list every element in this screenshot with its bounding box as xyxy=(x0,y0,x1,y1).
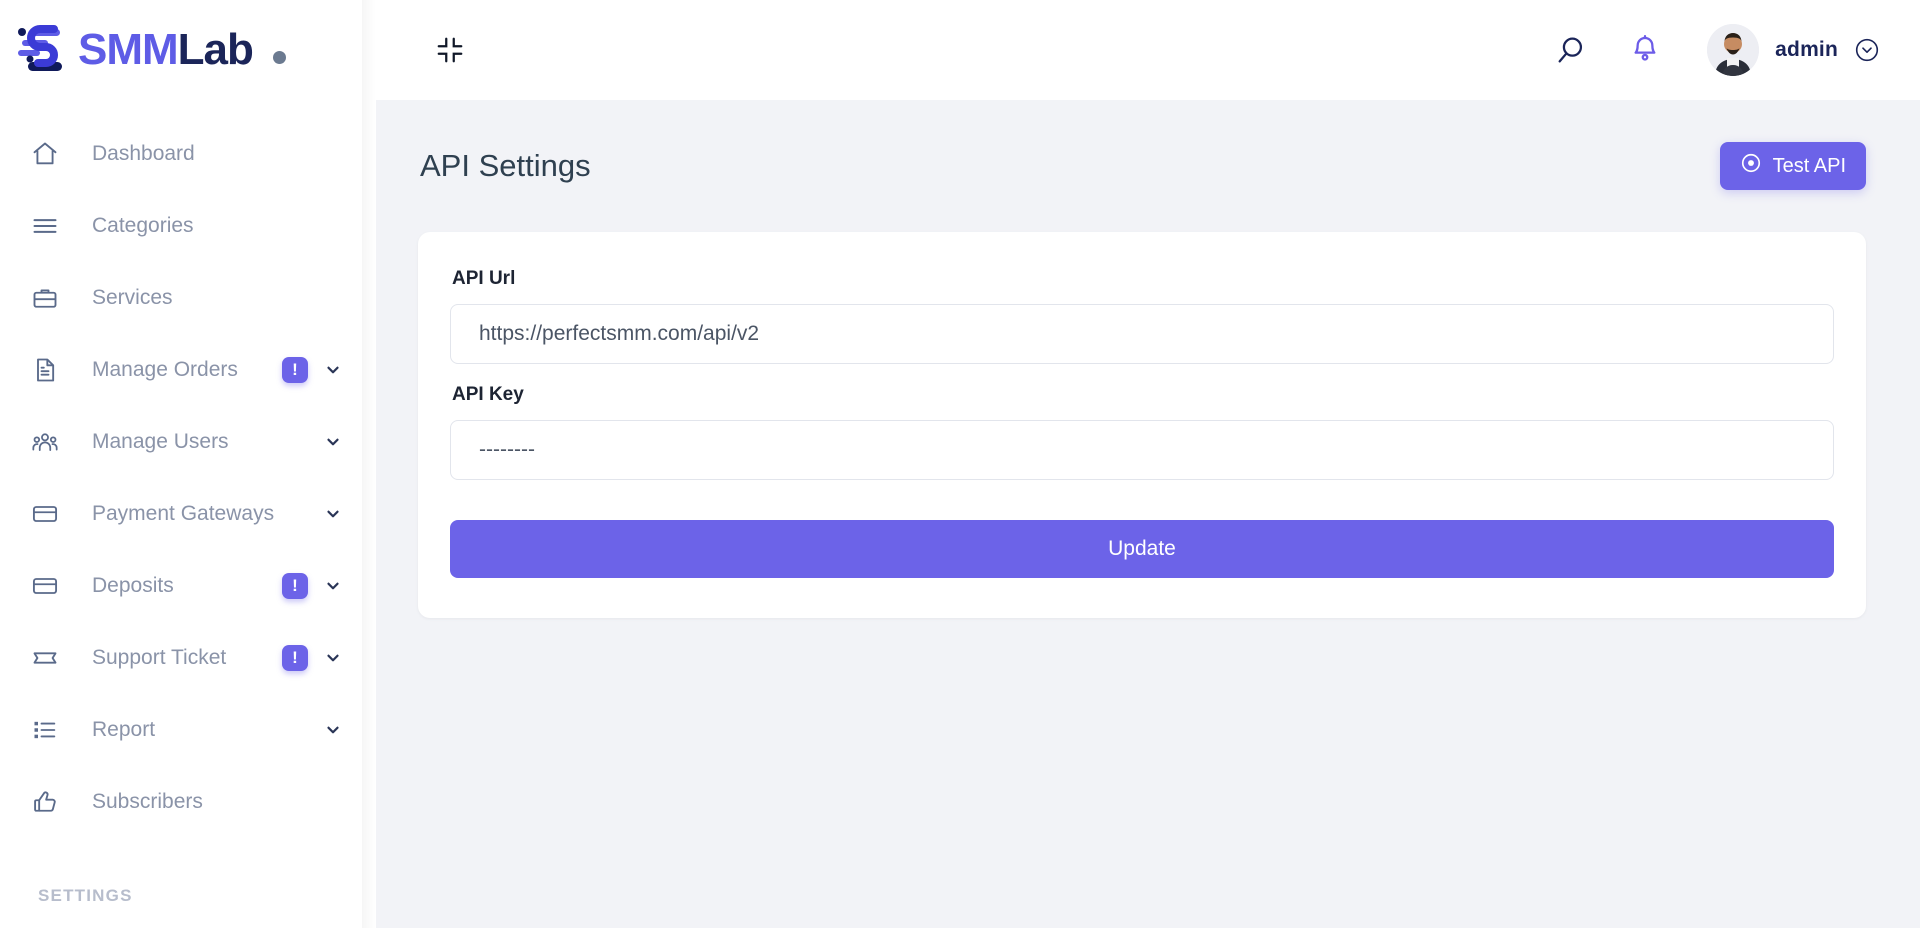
sidebar-item-support-ticket[interactable]: Support Ticket ! xyxy=(0,622,376,694)
api-key-field: API Key xyxy=(450,384,1834,480)
credit-card-icon xyxy=(28,569,62,603)
api-url-input[interactable] xyxy=(450,304,1834,364)
sidebar-section-settings: SETTINGS xyxy=(38,886,133,905)
sidebar-item-label: Dashboard xyxy=(92,142,195,165)
status-badge: ! xyxy=(282,645,308,671)
search-icon[interactable] xyxy=(1545,24,1597,76)
api-url-label: API Url xyxy=(452,268,516,289)
brand-logo[interactable]: SMMLab xyxy=(0,0,376,100)
record-circle-icon xyxy=(1740,152,1762,180)
user-menu[interactable]: admin xyxy=(1707,24,1880,76)
sidebar-item-label: Report xyxy=(92,718,156,741)
api-settings-card: API Url API Key Update xyxy=(418,232,1866,618)
sidebar-item-label: Manage Orders xyxy=(92,358,238,381)
api-key-input[interactable] xyxy=(450,420,1834,480)
users-icon xyxy=(28,425,62,459)
list-lines-icon xyxy=(28,209,62,243)
home-icon xyxy=(28,137,62,171)
avatar xyxy=(1707,24,1760,76)
thumbs-up-icon xyxy=(28,785,62,819)
sidebar: SMMLab Dashboard Categories Services Man… xyxy=(0,0,376,928)
status-badge: ! xyxy=(282,357,308,383)
sidebar-item-report[interactable]: Report xyxy=(0,694,376,766)
sidebar-item-dashboard[interactable]: Dashboard xyxy=(0,118,376,190)
sidebar-item-subscribers[interactable]: Subscribers xyxy=(0,766,376,838)
brand-text-secondary: Lab xyxy=(177,25,254,74)
brand-text-primary: SMM xyxy=(78,25,179,74)
sidebar-nav: Dashboard Categories Services Manage Ord… xyxy=(0,100,376,906)
sidebar-item-label: Subscribers xyxy=(92,790,203,813)
sidebar-item-label: Support Ticket xyxy=(92,646,227,669)
sidebar-item-payment-gateways[interactable]: Payment Gateways xyxy=(0,478,376,550)
api-key-label: API Key xyxy=(452,384,524,405)
app-root: SMMLab Dashboard Categories Services Man… xyxy=(0,0,1920,928)
update-button[interactable]: Update xyxy=(450,520,1834,578)
page-title: API Settings xyxy=(420,148,591,183)
chevron-down-icon[interactable] xyxy=(324,649,342,667)
chevron-down-circle-icon[interactable] xyxy=(1854,37,1880,63)
sidebar-item-label: Deposits xyxy=(92,574,174,597)
sidebar-item-deposits[interactable]: Deposits ! xyxy=(0,550,376,622)
sidebar-item-categories[interactable]: Categories xyxy=(0,190,376,262)
brand-wordmark: SMMLab xyxy=(78,25,254,74)
status-badge: ! xyxy=(282,573,308,599)
report-list-icon xyxy=(28,713,62,747)
compress-icon[interactable] xyxy=(428,28,472,72)
sidebar-item-label: Categories xyxy=(92,214,194,237)
chevron-down-icon[interactable] xyxy=(324,577,342,595)
chevron-down-icon[interactable] xyxy=(324,433,342,451)
chevron-down-icon[interactable] xyxy=(324,361,342,379)
document-icon xyxy=(28,353,62,387)
smmlab-mark-icon xyxy=(14,20,70,81)
bell-icon[interactable] xyxy=(1619,24,1671,76)
sidebar-item-label: Payment Gateways xyxy=(92,502,275,525)
sidebar-item-label: Manage Users xyxy=(92,430,229,453)
content-area: API Settings Test API API Url https://pe… xyxy=(376,100,1920,928)
topbar: admin xyxy=(376,0,1920,100)
sidebar-item-services[interactable]: Services xyxy=(0,262,376,334)
sidebar-item-manage-orders[interactable]: Manage Orders ! xyxy=(0,334,376,406)
credit-card-icon xyxy=(28,497,62,531)
chevron-down-icon[interactable] xyxy=(324,505,342,523)
briefcase-icon xyxy=(28,281,62,315)
chevron-down-icon[interactable] xyxy=(324,721,342,739)
api-url-field: API Url xyxy=(450,268,1834,364)
main-area: admin API Settings Test API API Url http… xyxy=(376,0,1920,928)
ticket-icon xyxy=(28,641,62,675)
sidebar-item-manage-users[interactable]: Manage Users xyxy=(0,406,376,478)
brand-dot-icon xyxy=(272,50,286,64)
user-name: admin xyxy=(1775,38,1838,61)
test-api-label: Test API xyxy=(1772,154,1846,177)
test-api-button[interactable]: Test API xyxy=(1719,142,1866,190)
sidebar-item-label: Services xyxy=(92,286,173,309)
page-header: API Settings Test API xyxy=(418,142,1866,190)
